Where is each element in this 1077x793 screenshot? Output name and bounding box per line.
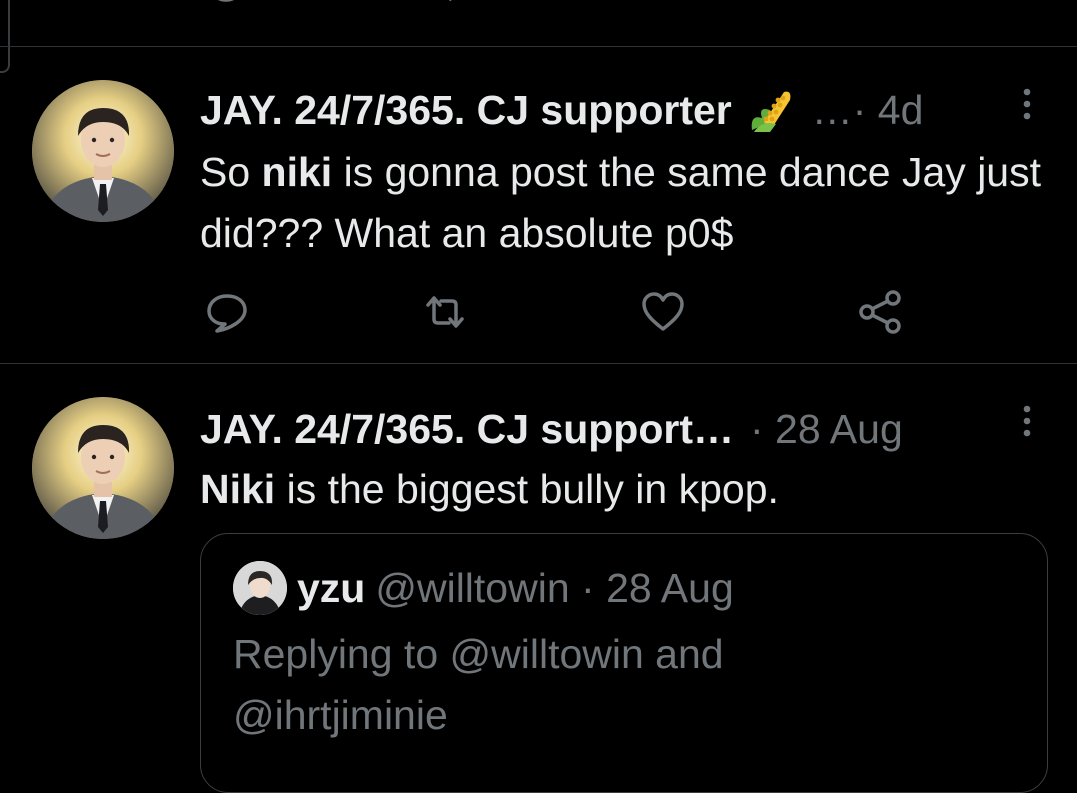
share-icon[interactable] <box>862 0 902 12</box>
tweet-text: So niki is gonna post the same dance Jay… <box>200 142 1053 264</box>
reply-icon[interactable] <box>204 289 250 335</box>
more-vertical-icon[interactable] <box>1017 403 1037 443</box>
display-name[interactable]: JAY. 24/7/365. CJ supporter <box>200 82 732 138</box>
tweet-header: JAY. 24/7/365. CJ supporter …· 4d <box>200 82 923 138</box>
avatar[interactable] <box>32 80 174 222</box>
share-icon[interactable] <box>858 289 904 335</box>
retweet-icon[interactable] <box>422 289 468 335</box>
divider <box>0 46 1077 47</box>
retweet-icon[interactable] <box>425 0 465 12</box>
mention-niki: niki <box>261 149 333 195</box>
replying-to-text: Replying to @willtowin and @ihrtjiminie <box>233 631 724 738</box>
display-name[interactable]: JAY. 24/7/365. CJ support… <box>200 401 734 457</box>
heart-icon[interactable] <box>640 289 686 335</box>
tweet-meta: …· 4d <box>811 87 924 133</box>
tweet-text: Niki is the biggest bully in kpop. <box>200 459 1053 520</box>
quoted-handle-meta: @willtowin · 28 Aug <box>375 565 734 611</box>
quoted-tweet[interactable]: yzu @willtowin · 28 Aug Replying to @will… <box>200 533 1048 793</box>
tweet-header: JAY. 24/7/365. CJ support… · 28 Aug <box>200 401 903 457</box>
more-vertical-icon[interactable] <box>1017 86 1037 126</box>
heart-icon[interactable] <box>643 0 683 12</box>
quoted-header: yzu @willtowin · 28 Aug <box>297 560 734 616</box>
corn-emoji-icon <box>744 84 796 136</box>
tweet-actions <box>0 289 1077 339</box>
mention-niki: Niki <box>200 466 276 512</box>
previous-tweet-edge <box>0 0 10 73</box>
reply-icon[interactable] <box>206 0 246 12</box>
tweet-text-part: So <box>200 149 262 195</box>
avatar[interactable] <box>32 397 174 539</box>
quoted-avatar <box>233 561 287 615</box>
quoted-display-name: yzu <box>297 565 366 611</box>
tweet-text-part: is the biggest bully in kpop. <box>275 466 779 512</box>
divider <box>0 363 1077 364</box>
tweet-meta: · 28 Aug <box>750 406 903 452</box>
